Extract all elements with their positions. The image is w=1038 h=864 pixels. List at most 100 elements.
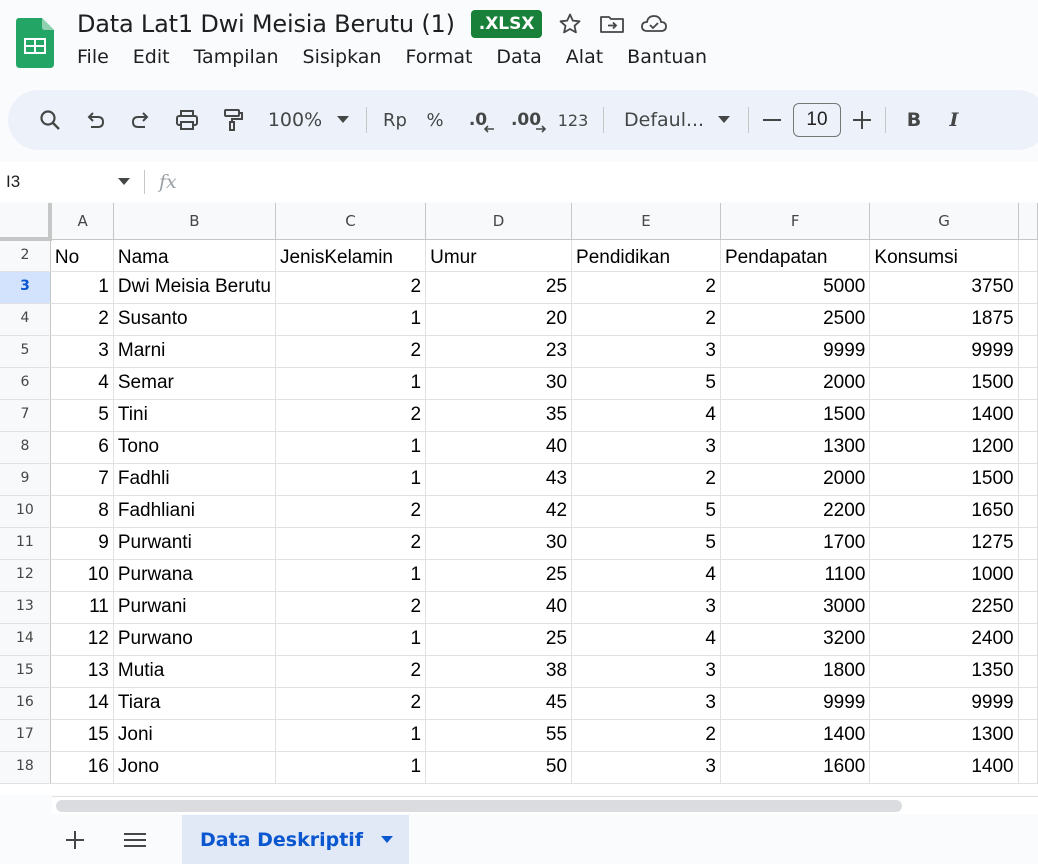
- cell[interactable]: 2: [275, 271, 427, 304]
- cell[interactable]: Susanto: [113, 303, 276, 336]
- paint-format-icon[interactable]: [210, 102, 256, 138]
- cell[interactable]: 1: [275, 463, 427, 496]
- cell[interactable]: 2: [275, 399, 427, 432]
- cell[interactable]: 25: [425, 271, 573, 304]
- row-header[interactable]: 3: [0, 271, 51, 304]
- cell[interactable]: 1650: [869, 495, 1019, 528]
- cell[interactable]: 16: [50, 751, 114, 784]
- cell[interactable]: 1: [275, 623, 427, 656]
- cell[interactable]: 2: [275, 495, 427, 528]
- menu-tools[interactable]: Alat: [566, 46, 603, 68]
- cell[interactable]: [1018, 655, 1038, 688]
- row-header[interactable]: 8: [0, 431, 51, 464]
- cell[interactable]: 4: [571, 559, 721, 592]
- cell[interactable]: 2: [275, 591, 427, 624]
- menu-help[interactable]: Bantuan: [627, 46, 707, 68]
- decrease-font-size-icon[interactable]: [757, 102, 787, 138]
- cell[interactable]: Mutia: [113, 655, 276, 688]
- cell[interactable]: 2000: [720, 367, 871, 400]
- cell[interactable]: 2: [571, 463, 721, 496]
- cell[interactable]: [1018, 303, 1038, 336]
- cell[interactable]: [1018, 335, 1038, 368]
- cell[interactable]: 40: [425, 431, 573, 464]
- menu-data[interactable]: Data: [496, 46, 541, 68]
- menu-edit[interactable]: Edit: [133, 46, 170, 68]
- cell[interactable]: 3: [571, 655, 721, 688]
- cell[interactable]: 1400: [720, 719, 871, 752]
- scrollbar-thumb[interactable]: [56, 800, 902, 812]
- horizontal-scrollbar[interactable]: [52, 796, 1038, 814]
- cell[interactable]: 1500: [720, 399, 871, 432]
- cell[interactable]: [1018, 431, 1038, 464]
- cell[interactable]: [1018, 623, 1038, 656]
- cell[interactable]: 3: [571, 335, 721, 368]
- row-header[interactable]: 2: [0, 239, 51, 272]
- cell[interactable]: 3200: [720, 623, 871, 656]
- row-header[interactable]: 11: [0, 527, 51, 560]
- cell[interactable]: Fadhliani: [113, 495, 276, 528]
- all-sheets-menu-icon[interactable]: [115, 820, 155, 860]
- spreadsheet-grid[interactable]: A B C D E F G 2 No Nama JenisKelamin Umu…: [0, 203, 1038, 795]
- cell[interactable]: 1100: [720, 559, 871, 592]
- cell[interactable]: 1500: [869, 367, 1019, 400]
- sheet-tab-data-deskriptif[interactable]: Data Deskriptif: [182, 815, 409, 864]
- cell[interactable]: 2: [571, 719, 721, 752]
- cell[interactable]: 4: [571, 399, 721, 432]
- cell[interactable]: Pendapatan: [720, 239, 871, 272]
- percent-format-button[interactable]: %: [415, 102, 455, 138]
- cell[interactable]: Joni: [113, 719, 276, 752]
- cell[interactable]: [1018, 527, 1038, 560]
- currency-format-button[interactable]: Rp: [375, 102, 415, 138]
- cell[interactable]: 5: [571, 367, 721, 400]
- more-formats-button[interactable]: 123: [551, 102, 595, 138]
- document-title[interactable]: Data Lat1 Dwi Meisia Berutu (1): [77, 10, 455, 38]
- cell[interactable]: 2200: [720, 495, 871, 528]
- cell[interactable]: Marni: [113, 335, 276, 368]
- row-header[interactable]: 13: [0, 591, 51, 624]
- print-icon[interactable]: [164, 102, 210, 138]
- decrease-decimal-button[interactable]: .0: [455, 102, 501, 138]
- cell[interactable]: Tono: [113, 431, 276, 464]
- cell[interactable]: 3: [571, 591, 721, 624]
- cell[interactable]: 5000: [720, 271, 871, 304]
- cell[interactable]: Nama: [113, 239, 276, 272]
- cell[interactable]: [1018, 495, 1038, 528]
- cell[interactable]: Purwana: [113, 559, 276, 592]
- cell[interactable]: 1800: [720, 655, 871, 688]
- cell[interactable]: 3000: [720, 591, 871, 624]
- menu-view[interactable]: Tampilan: [194, 46, 279, 68]
- cell[interactable]: 1400: [869, 751, 1019, 784]
- row-header[interactable]: 15: [0, 655, 51, 688]
- cell[interactable]: 1: [275, 303, 427, 336]
- row-header[interactable]: 16: [0, 687, 51, 720]
- redo-icon[interactable]: [118, 102, 164, 138]
- cell[interactable]: 2: [571, 271, 721, 304]
- row-header[interactable]: 12: [0, 559, 51, 592]
- cell[interactable]: 30: [425, 367, 573, 400]
- cell[interactable]: 20: [425, 303, 573, 336]
- increase-decimal-button[interactable]: .00: [501, 102, 551, 138]
- cell[interactable]: [1018, 591, 1038, 624]
- cell[interactable]: Purwanti: [113, 527, 276, 560]
- cell[interactable]: 3: [571, 687, 721, 720]
- cell[interactable]: 40: [425, 591, 573, 624]
- cell[interactable]: [1018, 559, 1038, 592]
- sheet-tab-dropdown-icon[interactable]: [381, 835, 394, 844]
- cell[interactable]: 9999: [869, 335, 1019, 368]
- column-header-next[interactable]: [1018, 203, 1038, 240]
- cell[interactable]: 8: [50, 495, 114, 528]
- cell[interactable]: 2: [275, 687, 427, 720]
- cell[interactable]: 10: [50, 559, 114, 592]
- row-header[interactable]: 18: [0, 751, 51, 784]
- cell[interactable]: 42: [425, 495, 573, 528]
- menu-file[interactable]: File: [77, 46, 109, 68]
- cell[interactable]: 25: [425, 623, 573, 656]
- cloud-saved-icon[interactable]: [640, 10, 668, 38]
- cell[interactable]: 1: [50, 271, 114, 304]
- name-box[interactable]: I3: [0, 172, 140, 192]
- column-header-d[interactable]: D: [425, 203, 573, 240]
- cell[interactable]: 1300: [720, 431, 871, 464]
- cell[interactable]: No: [50, 239, 114, 272]
- cell[interactable]: 9999: [720, 687, 871, 720]
- italic-button[interactable]: I: [934, 102, 974, 138]
